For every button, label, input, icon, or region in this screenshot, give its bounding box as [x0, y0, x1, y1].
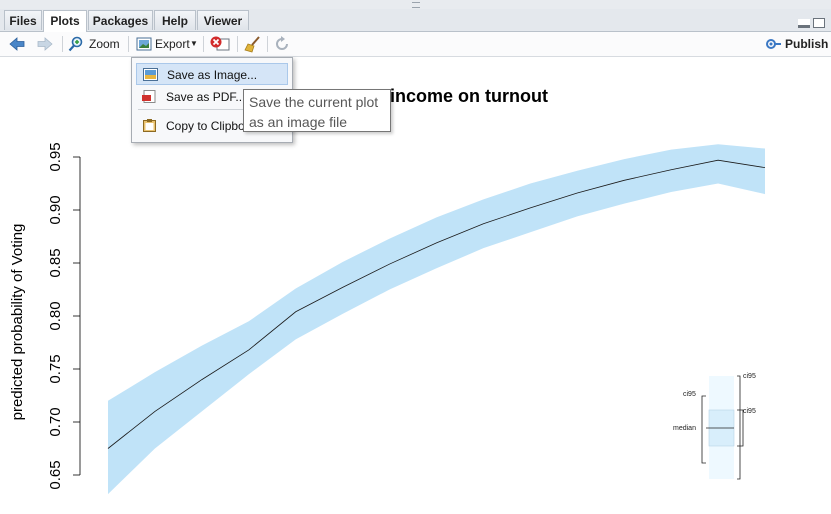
- legend-median-label: median: [673, 425, 696, 432]
- menu-item-save-as-image[interactable]: Save as Image...: [136, 63, 288, 85]
- remove-plot-button[interactable]: [209, 35, 231, 53]
- maximize-pane-icon[interactable]: [813, 18, 825, 28]
- refresh-button[interactable]: [273, 35, 291, 53]
- plots-toolbar: Zoom Export ▼ Publish: [0, 32, 831, 57]
- clipboard-icon: [143, 119, 156, 132]
- export-image-icon: [136, 37, 152, 51]
- y-tick-label: 0.90: [47, 195, 64, 224]
- pdf-icon: [142, 90, 156, 103]
- y-tick-label: 0.85: [47, 248, 64, 277]
- clear-all-plots-button[interactable]: [244, 35, 262, 53]
- tooltip: Save the current plot as an image file: [243, 89, 391, 132]
- plot-chart: income on turnout 0.650.700.750.800.850.…: [9, 86, 766, 495]
- y-axis: 0.65 0.70 0.75 0.80 0.85 0.90 0.95: [47, 142, 81, 490]
- toolbar-separator: [62, 36, 63, 52]
- pane-tabbar: Files Plots Packages Help Viewer: [0, 9, 831, 32]
- splitter-grip-icon: [412, 2, 420, 8]
- broom-icon: [244, 36, 260, 53]
- zoom-label: Zoom: [89, 37, 120, 51]
- y-tick-label: 0.65: [47, 460, 64, 489]
- tooltip-line-1: Save the current plot: [249, 94, 379, 110]
- legend-right-outer-bracket: [737, 375, 741, 480]
- y-tick-label: 0.75: [47, 354, 64, 383]
- plot-area: income on turnout 0.65 0.70 0.75 0.80 0.85 0.…: [0, 57, 831, 509]
- chart-series: [107, 144, 766, 495]
- toolbar-separator: [203, 36, 204, 52]
- tooltip-line-2: as an image file: [249, 114, 348, 130]
- tab-packages[interactable]: Packages: [88, 10, 153, 30]
- tab-help[interactable]: Help: [154, 10, 196, 30]
- minimize-pane-icon[interactable]: [798, 19, 810, 28]
- remove-plot-icon: [210, 36, 230, 51]
- plot-title: income on turnout: [390, 86, 548, 106]
- zoom-icon: [68, 36, 83, 52]
- toolbar-separator: [267, 36, 268, 52]
- menu-item-label: Save as PDF...: [166, 90, 246, 104]
- legend-left-bracket: [701, 395, 706, 464]
- forward-arrow-icon[interactable]: [36, 35, 54, 53]
- toolbar-separator: [128, 36, 129, 52]
- publish-label: Publish: [785, 37, 829, 51]
- chevron-down-icon: ▼: [190, 39, 198, 48]
- back-arrow-icon[interactable]: [8, 35, 26, 53]
- y-tick-label: 0.70: [47, 407, 64, 436]
- image-icon: [143, 68, 158, 81]
- tab-plots[interactable]: Plots: [43, 10, 87, 32]
- menu-item-label: Copy to Clipbo: [166, 119, 245, 133]
- publish-icon: [766, 39, 781, 49]
- export-label: Export: [155, 37, 190, 51]
- confidence-band: [108, 144, 765, 495]
- zoom-button[interactable]: Zoom: [68, 35, 122, 53]
- toolbar-separator: [237, 36, 238, 52]
- legend-ci50-right-label: ci95: [743, 408, 756, 415]
- chart-legend: ci95 ci95 ci95 median: [673, 373, 756, 480]
- y-tick-label: 0.95: [47, 142, 64, 171]
- export-button[interactable]: Export ▼: [136, 35, 198, 53]
- publish-button[interactable]: Publish: [764, 35, 829, 53]
- y-axis-label: predicted probability of Voting: [9, 224, 26, 421]
- legend-ci95-right-label: ci95: [743, 373, 756, 380]
- y-tick-label: 0.80: [47, 301, 64, 330]
- tab-viewer[interactable]: Viewer: [197, 10, 249, 30]
- tab-files[interactable]: Files: [4, 10, 42, 30]
- refresh-icon: [276, 36, 288, 50]
- menu-item-label: Save as Image...: [167, 68, 258, 82]
- legend-ci95-left-label: ci95: [683, 391, 696, 398]
